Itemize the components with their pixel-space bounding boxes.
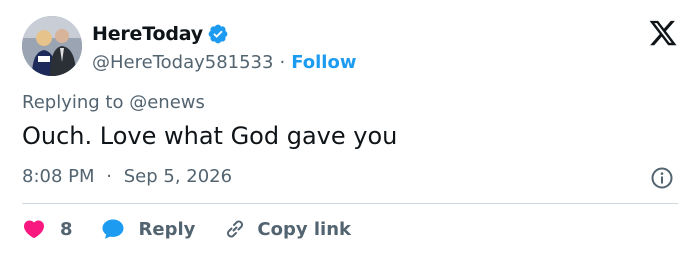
follow-button[interactable]: Follow xyxy=(291,52,356,73)
handle-row: @HereToday581533 · Follow xyxy=(92,52,356,73)
separator-dot: · xyxy=(279,51,286,73)
tweet-time: 8:08 PM xyxy=(22,166,95,187)
copy-link-button[interactable]: Copy link xyxy=(223,217,351,241)
link-icon xyxy=(227,220,244,238)
x-logo-icon[interactable] xyxy=(648,18,678,48)
info-icon[interactable] xyxy=(650,166,674,190)
reply-label: Reply xyxy=(138,218,196,240)
timestamp-separator: · xyxy=(106,166,112,187)
user-identity: HereToday @HereToday581533 · Follow xyxy=(92,22,356,73)
avatar-photo xyxy=(22,16,82,76)
name-row: HereToday xyxy=(92,22,356,46)
heart-icon xyxy=(23,220,45,239)
copy-link-label: Copy link xyxy=(257,218,351,240)
reply-button[interactable]: Reply xyxy=(101,217,196,241)
tweet-header: HereToday @HereToday581533 · Follow xyxy=(22,14,356,78)
tweet-date: Sep 5, 2026 xyxy=(123,166,233,187)
user-handle[interactable]: @HereToday581533 xyxy=(92,52,273,73)
tweet-timestamp[interactable]: 8:08 PM · Sep 5, 2026 xyxy=(22,166,232,187)
replying-to: Replying to @enews xyxy=(22,92,205,113)
replying-to-prefix: Replying to xyxy=(22,92,124,113)
avatar[interactable] xyxy=(22,16,82,76)
tweet-card: HereToday @HereToday581533 · Follow Repl… xyxy=(0,0,700,256)
divider xyxy=(22,203,678,204)
speech-bubble-icon xyxy=(102,219,124,239)
like-count: 8 xyxy=(60,218,73,240)
replying-to-handle[interactable]: @enews xyxy=(129,92,205,113)
display-name[interactable]: HereToday xyxy=(92,23,203,45)
verified-badge-icon xyxy=(208,24,228,43)
tweet-actions: 8 Reply Copy link xyxy=(22,214,379,244)
tweet-text: Ouch. Love what God gave you xyxy=(22,122,398,150)
like-button[interactable]: 8 xyxy=(22,217,73,241)
